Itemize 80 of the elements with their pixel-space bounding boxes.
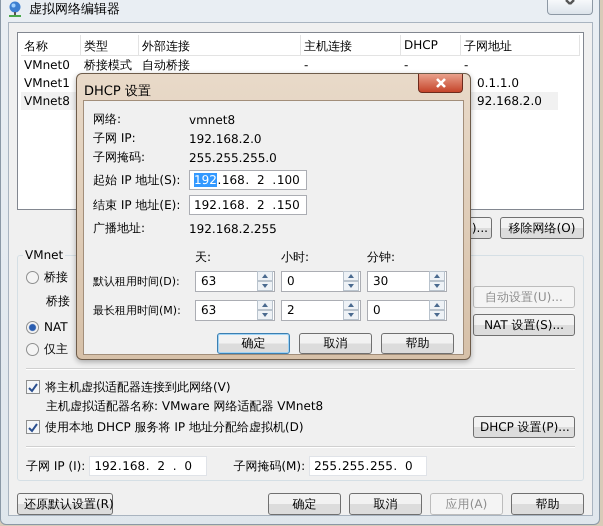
spinner-arrows-icon	[257, 271, 273, 291]
checkbox[interactable]	[26, 420, 40, 434]
adapter-name: 主机虚拟适配器名称: VMware 网络适配器 VMnet8	[45, 398, 324, 415]
field-label: 子网 IP (I):	[26, 458, 86, 474]
button[interactable]: 帮助	[511, 493, 584, 515]
ip-field[interactable]: 255.255.255. 0	[309, 456, 428, 476]
network-icon	[7, 1, 23, 17]
spin-box[interactable]: 0	[281, 270, 361, 292]
column-header[interactable]: 名称	[21, 35, 81, 55]
field-label: 起始 IP 地址(S):	[93, 172, 182, 188]
spin-box[interactable]: 2	[281, 300, 361, 320]
field-value: vmnet8	[189, 112, 236, 126]
checkbox[interactable]	[26, 380, 40, 394]
column-header[interactable]: 子网地址	[461, 35, 580, 55]
column-header[interactable]: 外部连接	[139, 35, 301, 55]
radio-label: 仅主	[44, 340, 68, 358]
field-label: 最长租用时间(M):	[93, 302, 182, 318]
radio-label: NAT	[44, 320, 68, 334]
table-cell: -	[404, 58, 408, 72]
table-cell: VMnet1	[24, 76, 70, 90]
table-cell: 0.1.1.0	[477, 76, 519, 90]
radio-button[interactable]	[26, 270, 39, 284]
column-label: 小时:	[281, 248, 310, 266]
table-cell: 92.168.2.0	[477, 94, 542, 108]
checkbox-label: 使用本地 DHCP 服务将 IP 地址分配给虚拟机(D)	[45, 418, 304, 436]
column-label: 分钟:	[367, 248, 396, 266]
checkbox-label: 将主机虚拟适配器连接到此网络(V)	[45, 378, 231, 396]
button[interactable]: 还原默认设置(R)	[17, 493, 113, 515]
table-row[interactable]: VMnet0 桥接模式 自动桥接 - - -	[21, 56, 558, 74]
spinner-arrows-icon	[429, 300, 445, 320]
field-label: 广播地址:	[93, 220, 146, 237]
window-title: 虚拟网络编辑器	[29, 2, 120, 18]
ip-field[interactable]: 192.168. 2 .100	[189, 170, 307, 190]
column-header[interactable]: 类型	[81, 35, 139, 55]
table-cell: VMnet0	[24, 58, 70, 72]
field-label: 子网掩码:	[93, 149, 146, 166]
button[interactable]: NAT 设置(S)...	[473, 314, 575, 336]
checkmark-icon	[27, 422, 39, 432]
spin-box[interactable]: 30	[367, 270, 447, 292]
table-cell: 桥接模式	[84, 58, 132, 72]
spin-box[interactable]: 63	[195, 270, 275, 292]
close-button[interactable]	[418, 74, 463, 93]
radio-label: 桥接	[44, 268, 68, 286]
column-header[interactable]: DHCP	[401, 35, 461, 55]
column-label: 天:	[195, 248, 212, 266]
field-label: 桥接	[45, 293, 70, 310]
spinner-arrows-icon	[257, 300, 273, 320]
field-label: 子网掩码(M):	[233, 458, 306, 474]
button[interactable]: 取消	[299, 333, 372, 354]
field-value: 192.168.2.255	[189, 222, 277, 236]
group-title: VMnet	[23, 248, 66, 262]
button[interactable]: 确定	[217, 333, 290, 354]
spin-box[interactable]: 63	[195, 300, 275, 320]
spinner-arrows-icon	[429, 271, 445, 291]
field-label: 子网 IP:	[93, 130, 137, 147]
field-label: 默认租用时间(D):	[93, 274, 181, 288]
button[interactable]: 移除网络(O)	[500, 217, 584, 239]
checkmark-icon	[27, 382, 39, 392]
button[interactable]: 确定	[268, 493, 341, 515]
field-label: 网络:	[93, 111, 122, 128]
dialog-title: DHCP 设置	[84, 83, 151, 100]
radio-button[interactable]	[26, 342, 39, 356]
radio-button[interactable]	[26, 320, 39, 334]
table-cell: -	[464, 58, 468, 72]
spin-box[interactable]: 0	[367, 300, 447, 320]
field-value: 192.168.2.0	[189, 132, 262, 146]
spinner-arrows-icon	[343, 271, 359, 291]
button[interactable]: 取消	[349, 493, 422, 515]
table-cell: 自动桥接	[142, 58, 190, 72]
table-cell: -	[304, 58, 308, 72]
ip-field[interactable]: 192.168. 2 . 0	[89, 456, 208, 476]
button[interactable]: 帮助	[381, 333, 454, 354]
spinner-arrows-icon	[343, 300, 359, 320]
close-button[interactable]	[547, 0, 593, 15]
table-cell: VMnet8	[24, 94, 70, 108]
column-header[interactable]: 主机连接	[301, 35, 401, 55]
button[interactable]: DHCP 设置(P)...	[473, 416, 575, 438]
field-label: 结束 IP 地址(E):	[93, 196, 182, 214]
ip-field[interactable]: 192.168. 2 .150	[189, 195, 307, 215]
field-value: 255.255.255.0	[189, 150, 277, 164]
